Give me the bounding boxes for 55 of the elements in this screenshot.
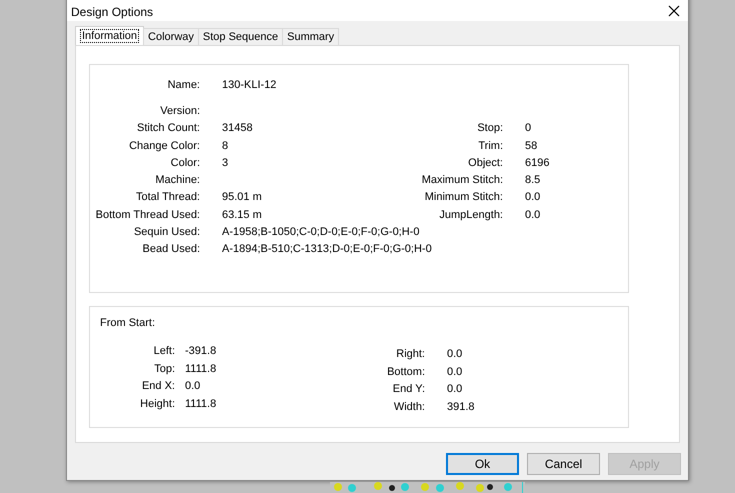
field-value: 8.5 — [525, 173, 542, 188]
field-value: 6196 — [525, 156, 550, 171]
field-value: 63.15 m — [222, 208, 263, 223]
field-value: 0.0 — [447, 364, 464, 380]
field-label: Change Color: — [128, 138, 200, 154]
field-value: 391.8 — [447, 400, 476, 414]
field-value: 0.0 — [185, 379, 202, 394]
field-value: 130-KLI-12 — [222, 78, 276, 93]
close-icon[interactable] — [668, 5, 680, 17]
field-label: End Y: — [392, 382, 425, 397]
dialog-button[interactable]: Ok — [446, 453, 519, 475]
field-value: -391.8 — [185, 344, 218, 359]
field-value: 0.0 — [525, 208, 542, 223]
field-label: Bottom Thread Used: — [94, 208, 200, 223]
field-label: Bead Used: — [142, 242, 200, 258]
field-value: 0 — [525, 121, 532, 136]
field-value: 58 — [525, 138, 538, 154]
field-label: Name: — [166, 78, 200, 93]
field-label: Stop: — [476, 121, 503, 136]
field-label: Maximum Stitch: — [420, 173, 503, 188]
field-label: Color: — [170, 156, 200, 171]
group-title: From Start: — [100, 317, 156, 329]
field-value: 0.0 — [525, 190, 542, 206]
field-value: 1111.8 — [185, 362, 218, 376]
tab[interactable]: Information — [75, 26, 144, 45]
field-label: Minimum Stitch: — [424, 190, 503, 206]
field-value: 1111.8 — [185, 396, 218, 412]
field-label: Height: — [139, 396, 175, 412]
field-label: Object: — [467, 156, 503, 171]
tab[interactable]: Colorway — [143, 28, 199, 45]
field-label: JumpLength: — [438, 208, 503, 223]
tab[interactable]: Stop Sequence — [198, 28, 284, 45]
dialog-button[interactable]: Cancel — [527, 453, 600, 475]
field-label: Width: — [392, 400, 425, 414]
field-label: Sequin Used: — [132, 225, 200, 240]
field-value: 0.0 — [447, 347, 464, 362]
field-label: Bottom: — [386, 364, 425, 380]
field-value: A-1958;B-1050;C-0;D-0;E-0;F-0;G-0;H-0 — [222, 225, 420, 240]
field-value: 8 — [222, 138, 230, 154]
window-title: Design Options — [71, 5, 154, 19]
field-value: 0.0 — [447, 382, 464, 397]
field-label: Stitch Count: — [136, 121, 200, 136]
field-label: Trim: — [477, 138, 503, 154]
tab[interactable]: Summary — [282, 28, 340, 45]
field-value: 95.01 m — [222, 190, 263, 206]
field-value: 3 — [222, 156, 230, 171]
field-label: Left: — [152, 344, 175, 359]
field-label: Total Thread: — [134, 190, 200, 206]
field-label: Machine: — [154, 173, 200, 188]
field-label: Version: — [159, 104, 200, 119]
field-label: Right: — [395, 347, 425, 362]
field-label: Top: — [153, 362, 175, 376]
field-value: A-1894;B-510;C-1313;D-0;E-0;F-0;G-0;H-0 — [222, 242, 432, 258]
field-value: 31458 — [222, 121, 254, 136]
field-label: End X: — [140, 379, 175, 394]
